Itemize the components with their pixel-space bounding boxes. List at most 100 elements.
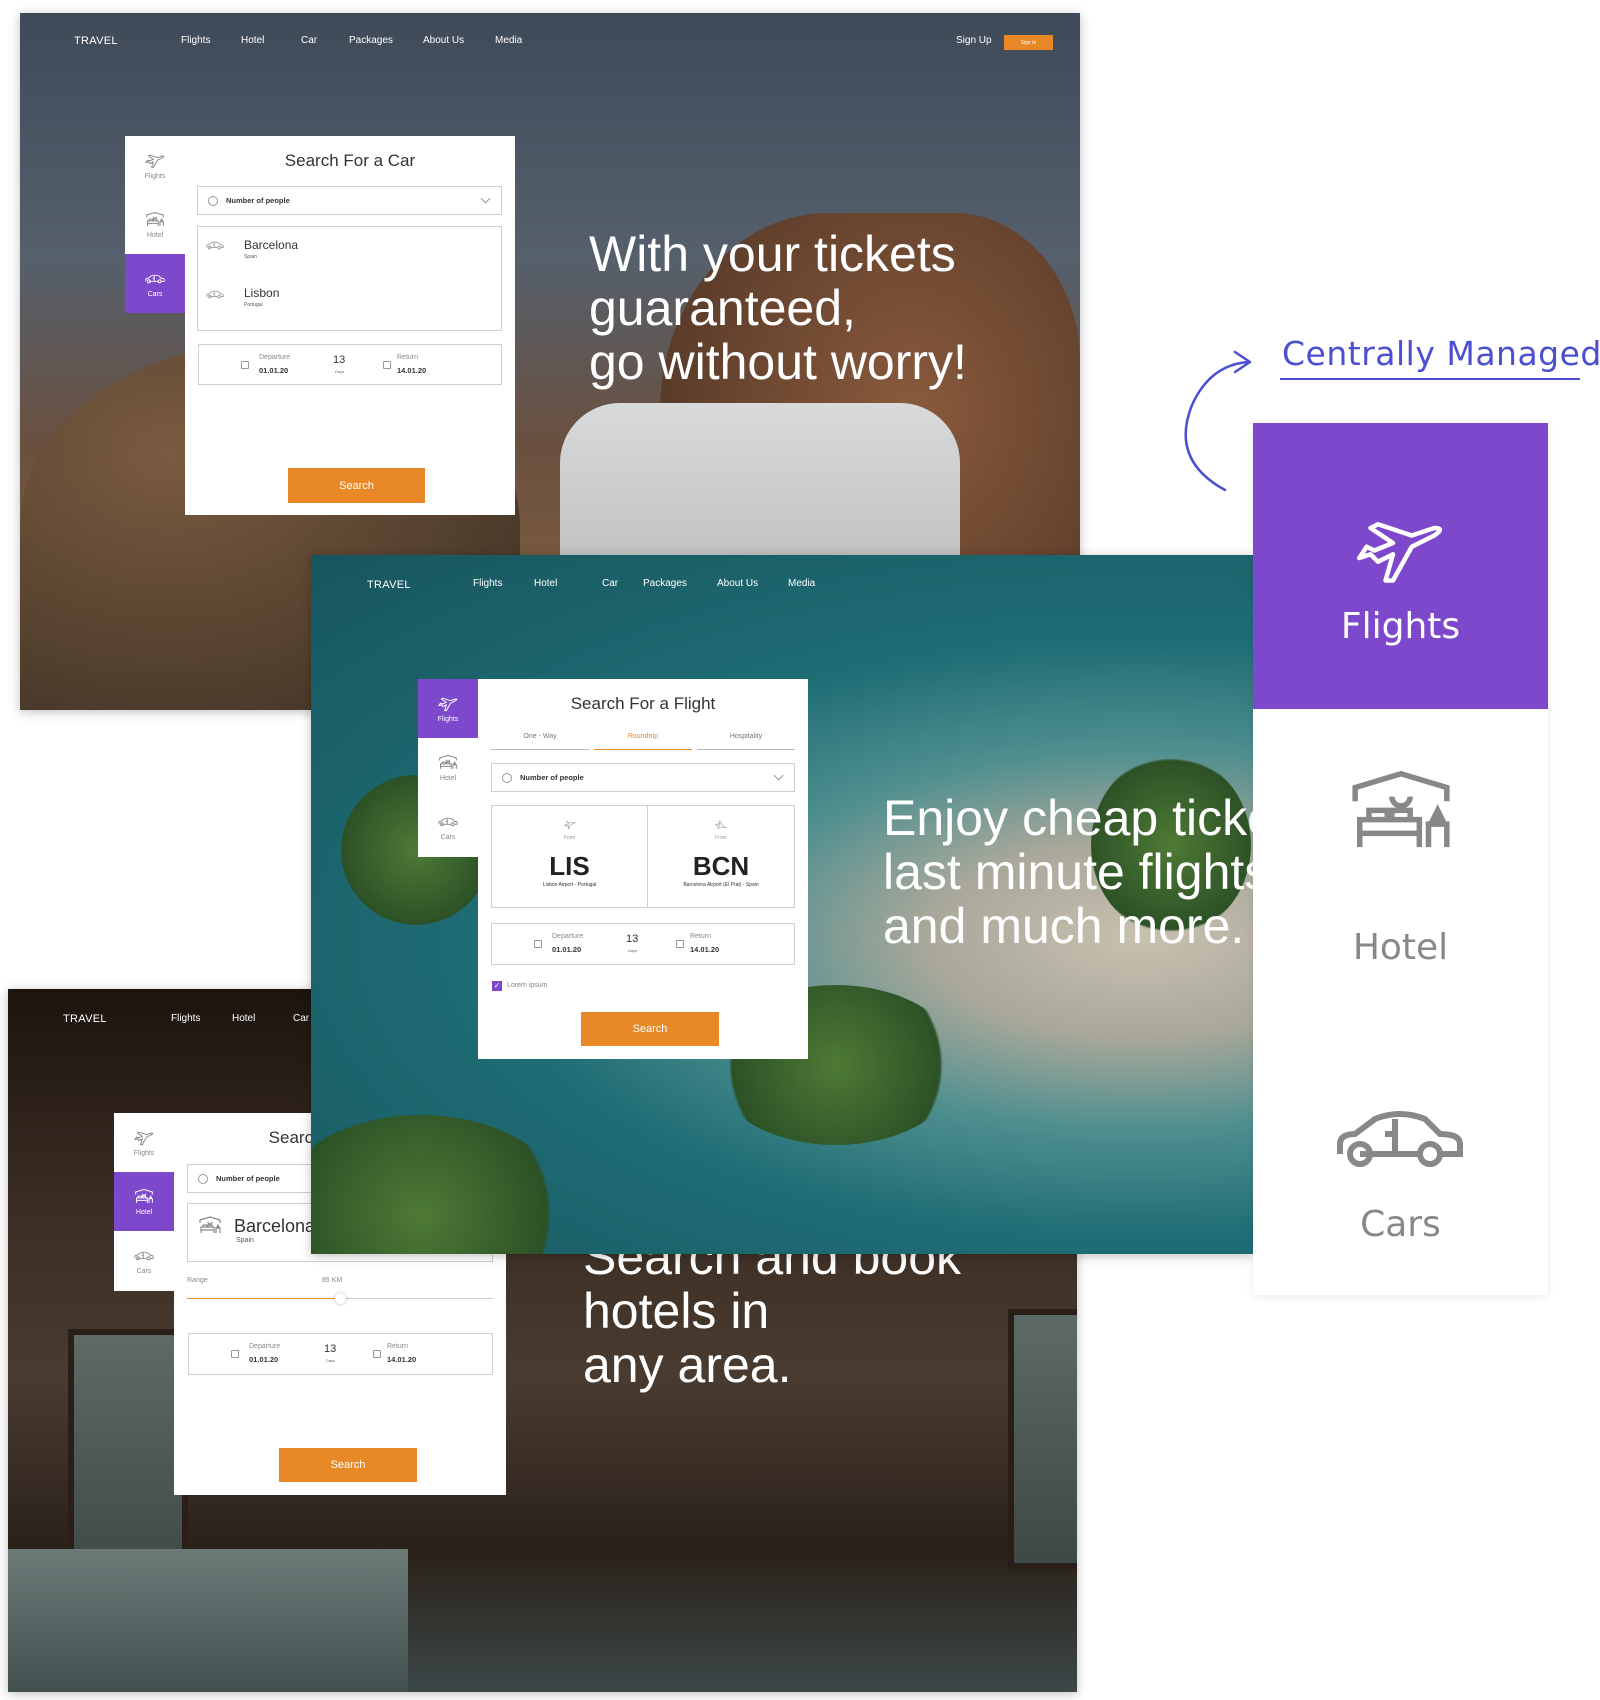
plane-icon bbox=[564, 820, 576, 830]
departure-date[interactable]: 01.01.20 bbox=[552, 945, 581, 954]
tab-one-way[interactable]: One - Way bbox=[491, 733, 589, 750]
category-flights[interactable]: Flights bbox=[1253, 423, 1548, 709]
airport-name: Barcelona Airport (El Prat) - Spain bbox=[683, 882, 759, 888]
hotel-icon bbox=[1346, 769, 1456, 861]
plane-icon bbox=[145, 152, 165, 170]
location-country: Spain bbox=[236, 1237, 254, 1244]
person-icon bbox=[198, 1173, 208, 1184]
sign-up-link[interactable]: Sign Up bbox=[956, 35, 992, 46]
category-hotel[interactable]: Hotel bbox=[1253, 709, 1548, 999]
tab-roundtrip[interactable]: Roundtrip bbox=[594, 733, 692, 750]
calendar-icon bbox=[534, 940, 542, 948]
category-sidebar: Flights Hotel Cars bbox=[114, 1113, 174, 1291]
dropdown-placeholder: Number of people bbox=[216, 1174, 280, 1183]
nav-hotel[interactable]: Hotel bbox=[241, 35, 264, 46]
sidebar-item-hotel[interactable]: Hotel bbox=[125, 195, 185, 254]
sidebar-item-hotel[interactable]: Hotel bbox=[418, 738, 478, 797]
sidebar-item-label: Flights bbox=[437, 715, 459, 723]
location-city[interactable]: Lisbon bbox=[244, 286, 279, 300]
sign-in-button[interactable]: Sign In bbox=[1004, 35, 1053, 50]
hotel-icon bbox=[145, 211, 165, 229]
sidebar-item-label: Hotel bbox=[146, 231, 164, 239]
person-icon bbox=[502, 772, 512, 783]
lorem-checkbox[interactable]: ✓ bbox=[492, 981, 502, 991]
date-range-picker[interactable]: Departure 01.01.20 13 Days Return 14.01.… bbox=[198, 344, 502, 385]
brand-logo[interactable]: TRAVEL bbox=[367, 579, 411, 591]
dropdown-placeholder: Number of people bbox=[520, 773, 584, 782]
headline-line: With your tickets bbox=[589, 226, 956, 282]
days-label: Days bbox=[326, 1358, 336, 1363]
sidebar-item-cars[interactable]: Cars bbox=[114, 1231, 174, 1290]
range-thumb[interactable] bbox=[335, 1293, 346, 1304]
headline-line: hotels in bbox=[583, 1283, 770, 1339]
car-search-card: Search For a Car Number of people Barcel… bbox=[185, 136, 515, 515]
return-date[interactable]: 14.01.20 bbox=[397, 366, 426, 375]
nav-flights[interactable]: Flights bbox=[473, 578, 502, 589]
tab-hospitality[interactable]: Hospitality bbox=[697, 733, 795, 750]
return-date[interactable]: 14.01.20 bbox=[690, 945, 719, 954]
airport-selector: From LIS Lisbon Airport - Portugal From … bbox=[491, 805, 795, 908]
sidebar-item-hotel[interactable]: Hotel bbox=[114, 1172, 174, 1231]
brand-logo[interactable]: TRAVEL bbox=[63, 1013, 107, 1025]
plane-icon bbox=[1353, 513, 1448, 588]
headline-line: Enjoy cheap tickets, bbox=[883, 790, 1253, 846]
nav-flights[interactable]: Flights bbox=[181, 35, 210, 46]
card-title: Search For a Flight bbox=[570, 694, 716, 713]
range-label: Range bbox=[187, 1277, 208, 1284]
people-dropdown[interactable]: Number of people bbox=[197, 186, 502, 215]
airport-name: Lisbon Airport - Portugal bbox=[542, 882, 597, 888]
hero-headline: With your tickets guaranteed, go without… bbox=[589, 227, 967, 389]
nav-about-us[interactable]: About Us bbox=[717, 578, 758, 589]
category-cars[interactable]: Cars bbox=[1253, 999, 1548, 1295]
card-title: Search For a Car bbox=[284, 151, 416, 170]
range-value: 85 KM bbox=[322, 1277, 343, 1284]
date-range-picker[interactable]: Departure 01.01.20 13 Days Return 14.01.… bbox=[188, 1333, 493, 1375]
location-city[interactable]: Barcelona bbox=[244, 238, 298, 252]
sidebar-item-label: Cars bbox=[136, 1267, 152, 1275]
nav-car[interactable]: Car bbox=[602, 578, 618, 589]
sidebar-item-label: Flights bbox=[133, 1149, 155, 1157]
nav-about-us[interactable]: About Us bbox=[423, 35, 464, 46]
destination-airport[interactable]: From BCN Barcelona Airport (El Prat) - S… bbox=[648, 806, 794, 907]
departure-date[interactable]: 01.01.20 bbox=[249, 1355, 278, 1364]
departure-date[interactable]: 01.01.20 bbox=[259, 366, 288, 375]
hotel-icon bbox=[198, 1216, 222, 1236]
sidebar-item-flights[interactable]: Flights bbox=[114, 1113, 174, 1172]
brand-logo[interactable]: TRAVEL bbox=[74, 35, 118, 47]
headline-line: guaranteed, bbox=[589, 280, 856, 336]
nav-packages[interactable]: Packages bbox=[643, 578, 687, 589]
return-label: Return bbox=[690, 933, 712, 940]
nav-hotel[interactable]: Hotel bbox=[534, 578, 557, 589]
return-date[interactable]: 14.01.20 bbox=[387, 1355, 416, 1364]
range-slider[interactable] bbox=[187, 1293, 493, 1304]
chevron-down-icon bbox=[773, 770, 784, 781]
category-label: Flights bbox=[1340, 606, 1461, 647]
nav-packages[interactable]: Packages bbox=[349, 35, 393, 46]
nav-media[interactable]: Media bbox=[495, 35, 522, 46]
origin-airport[interactable]: From LIS Lisbon Airport - Portugal bbox=[492, 806, 648, 907]
search-button[interactable]: Search bbox=[288, 468, 425, 503]
nav-hotel[interactable]: Hotel bbox=[232, 1013, 255, 1024]
hero-headline: Search and book hotels in any area. bbox=[583, 1230, 961, 1392]
sidebar-item-label: Flights bbox=[144, 172, 166, 180]
search-button[interactable]: Search bbox=[581, 1012, 719, 1046]
nav-flights[interactable]: Flights bbox=[171, 1013, 200, 1024]
nav-media[interactable]: Media bbox=[788, 578, 815, 589]
category-sidebar: Flights Hotel Cars bbox=[418, 679, 478, 857]
nav-car[interactable]: Car bbox=[293, 1013, 309, 1024]
from-label: From bbox=[715, 835, 727, 841]
nav-car[interactable]: Car bbox=[301, 35, 317, 46]
people-dropdown[interactable]: Number of people bbox=[491, 763, 795, 792]
location-country: Portugal bbox=[244, 302, 263, 308]
sidebar-item-cars[interactable]: Cars bbox=[125, 254, 185, 313]
person-icon bbox=[208, 195, 218, 206]
sidebar-item-cars[interactable]: Cars bbox=[418, 797, 478, 856]
category-label: Cars bbox=[1360, 1204, 1441, 1245]
sidebar-item-flights[interactable]: Flights bbox=[125, 136, 185, 195]
date-range-picker[interactable]: Departure 01.01.20 13 Days Return 14.01.… bbox=[491, 923, 795, 965]
days-label: Days bbox=[335, 369, 345, 374]
search-button[interactable]: Search bbox=[279, 1448, 417, 1482]
calendar-icon bbox=[676, 940, 684, 948]
chevron-down-icon bbox=[480, 193, 491, 204]
sidebar-item-flights[interactable]: Flights bbox=[418, 679, 478, 738]
